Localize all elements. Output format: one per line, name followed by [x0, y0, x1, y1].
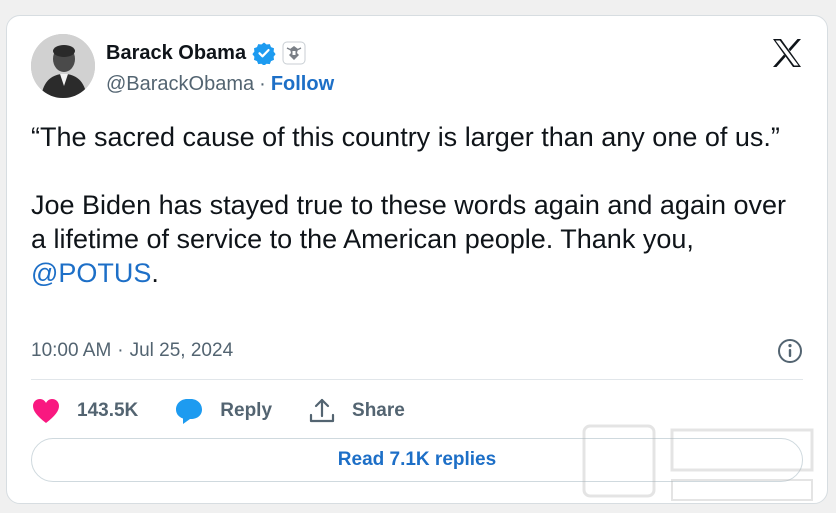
follow-button[interactable]: Follow — [271, 73, 334, 96]
author-name-row: Barack Obama — [106, 40, 306, 66]
reply-button[interactable]: Reply — [174, 397, 272, 425]
reply-label: Reply — [220, 400, 273, 421]
meta-separator: · — [117, 340, 124, 361]
x-logo-icon[interactable] — [771, 38, 803, 68]
profile-photo-icon — [31, 34, 95, 98]
author-handle[interactable]: @BarackObama — [106, 73, 254, 96]
handle-separator: · — [259, 73, 266, 95]
verified-badge-icon — [252, 41, 276, 65]
tweet-text: “The sacred cause of this country is lar… — [31, 120, 801, 290]
share-label: Share — [352, 400, 405, 421]
mention-link[interactable]: @POTUS — [31, 258, 151, 288]
tweet-date: Jul 25, 2024 — [129, 340, 234, 361]
info-icon[interactable] — [777, 338, 803, 364]
reply-bubble-icon — [176, 399, 203, 424]
divider — [31, 379, 803, 380]
action-bar: 143.5K Reply Share — [31, 394, 405, 428]
like-button[interactable]: 143.5K — [31, 397, 138, 425]
tweet-embed-card: Barack Obama @BarackObama · Follow “The … — [6, 15, 828, 504]
author-name[interactable]: Barack Obama — [106, 42, 246, 65]
read-replies-button[interactable]: Read 7.1K replies — [31, 438, 803, 482]
tweet-time: 10:00 AM — [31, 340, 112, 361]
share-button[interactable]: Share — [308, 397, 405, 425]
heart-icon — [33, 399, 59, 423]
government-seal-icon — [282, 41, 306, 65]
avatar[interactable] — [31, 34, 95, 98]
tweet-body: “The sacred cause of this country is lar… — [31, 122, 786, 254]
tweet-timestamp[interactable]: 10:00 AM · Jul 25, 2024 — [31, 340, 233, 362]
share-icon — [309, 398, 335, 423]
like-count: 143.5K — [77, 400, 139, 421]
author-handle-row: @BarackObama · Follow — [106, 73, 334, 96]
tweet-text-end: . — [151, 258, 159, 288]
